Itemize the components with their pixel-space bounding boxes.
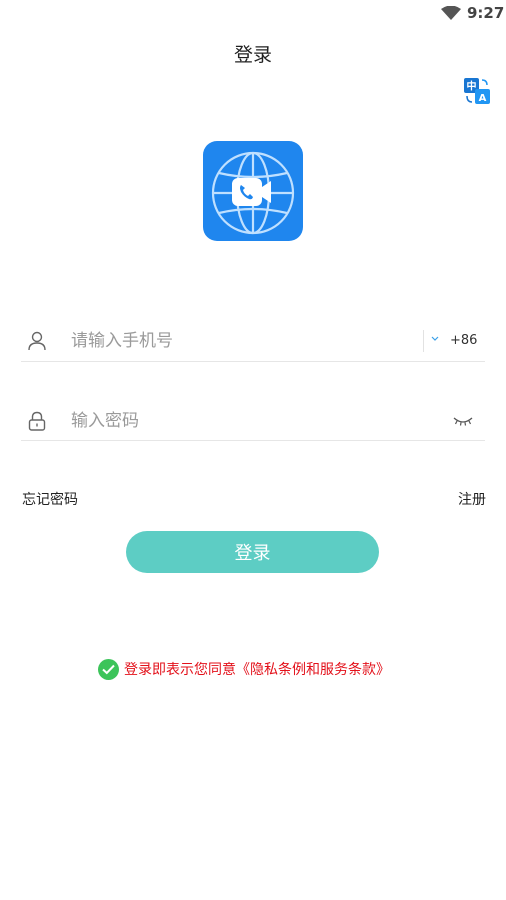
app-logo-icon	[211, 151, 295, 235]
register-link[interactable]: 注册	[458, 489, 486, 509]
login-button[interactable]: 登录	[126, 531, 379, 573]
page-title: 登录	[233, 44, 272, 66]
svg-text:A: A	[479, 93, 487, 104]
password-field	[21, 400, 485, 441]
chevron-down-icon[interactable]	[431, 336, 439, 342]
divider	[423, 330, 424, 352]
user-icon	[28, 331, 46, 351]
wifi-icon	[441, 6, 461, 20]
forgot-password-link[interactable]: 忘记密码	[22, 489, 78, 509]
password-input[interactable]	[71, 409, 401, 433]
agreement-row[interactable]: 登录即表示您同意《隐私条例和服务条款》	[98, 658, 390, 680]
status-time: 9:27	[467, 4, 505, 22]
phone-input[interactable]	[71, 329, 401, 353]
app-logo	[203, 141, 303, 241]
agreement-text[interactable]: 登录即表示您同意《隐私条例和服务条款》	[124, 659, 390, 679]
lock-icon	[28, 411, 46, 431]
check-circle-icon[interactable]	[98, 658, 119, 680]
translate-icon[interactable]: 中 A	[463, 77, 491, 105]
status-bar: 9:27	[0, 0, 506, 28]
eye-closed-icon[interactable]	[453, 415, 473, 427]
country-code-selector[interactable]: +86	[450, 333, 477, 348]
svg-text:中: 中	[467, 80, 477, 93]
phone-field: +86	[21, 320, 485, 362]
